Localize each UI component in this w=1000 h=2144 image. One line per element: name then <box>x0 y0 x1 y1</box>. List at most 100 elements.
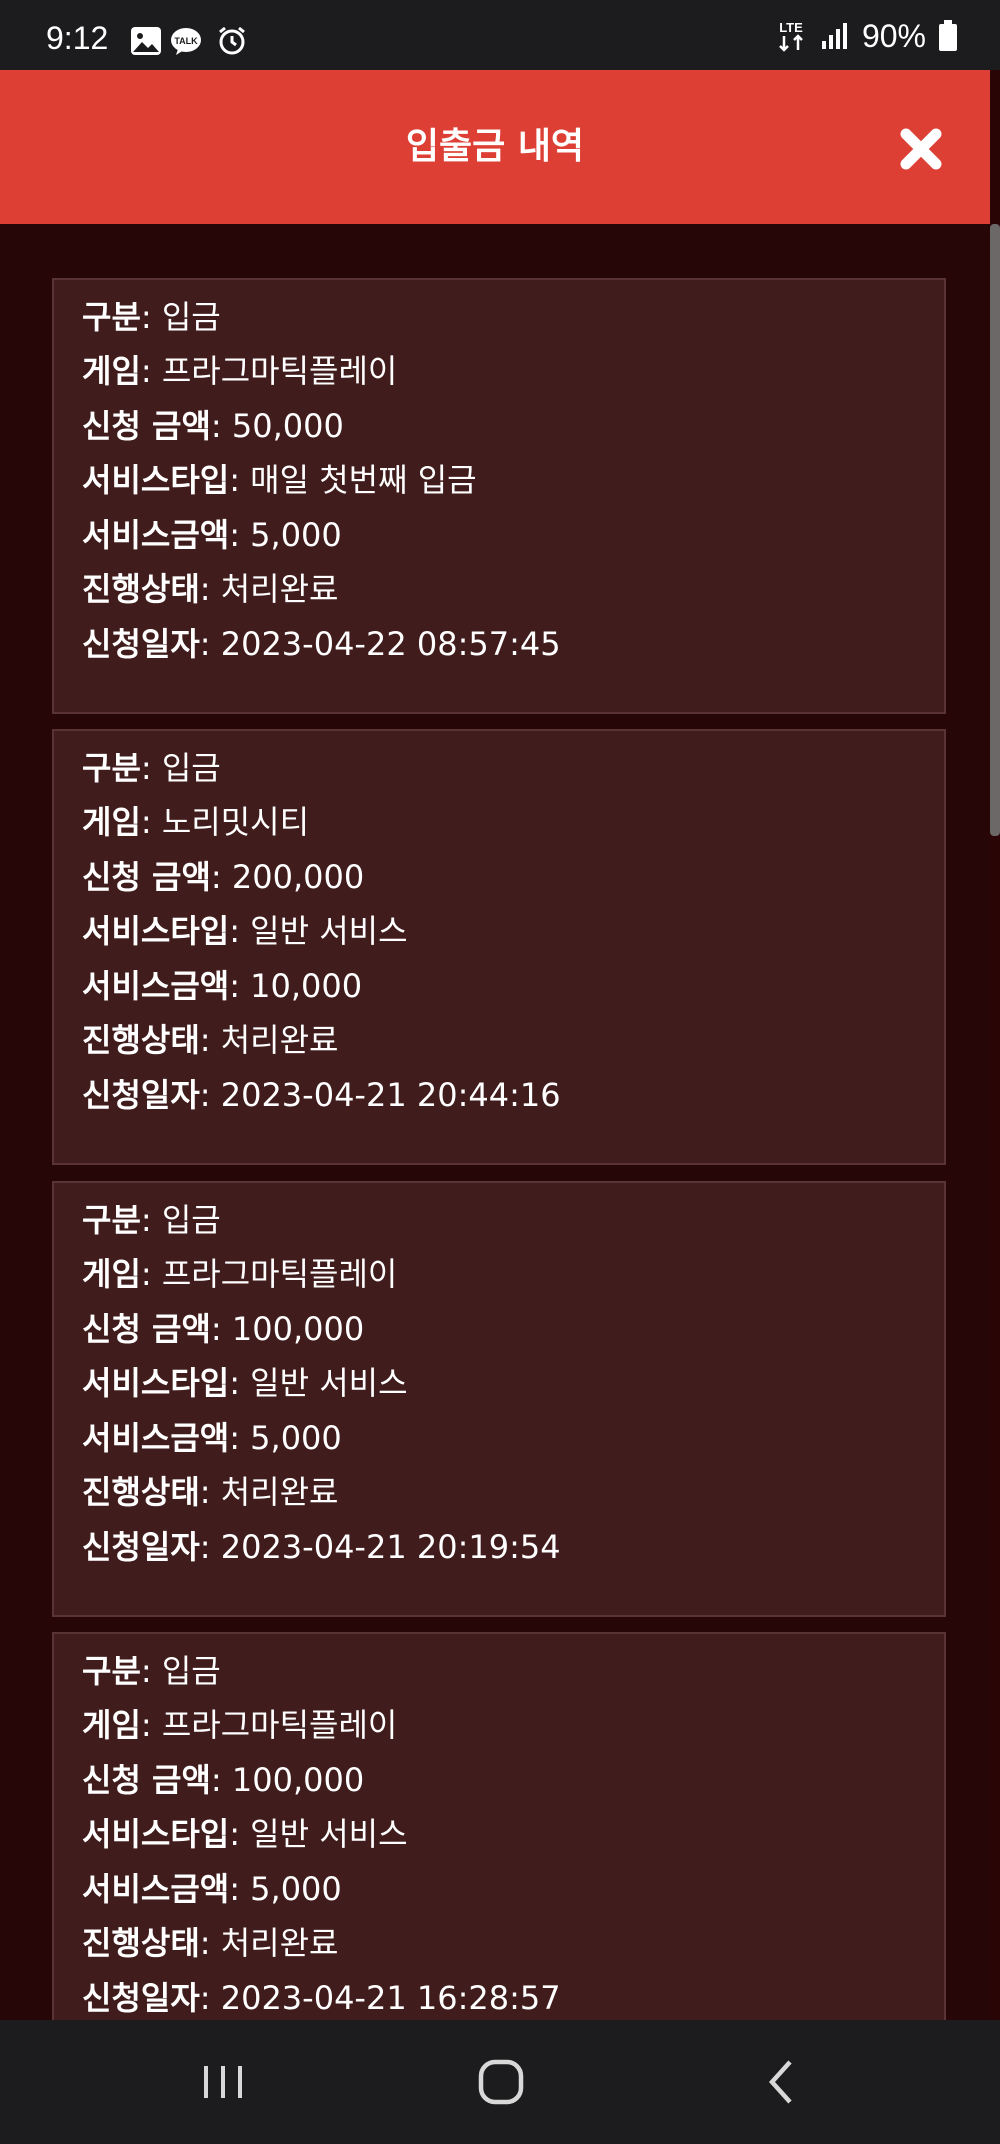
status-time: 9:12 <box>46 20 109 56</box>
separator: : <box>199 625 221 663</box>
separator: : <box>229 461 251 499</box>
value-date: 2023-04-22 08:57:45 <box>220 625 561 663</box>
label-service-amount: 서비스금액 <box>82 1419 230 1457</box>
battery-icon <box>939 20 957 51</box>
value-amount: 100,000 <box>231 1761 365 1799</box>
scrollbar-thumb[interactable] <box>990 224 1000 836</box>
separator: : <box>210 858 232 896</box>
separator: : <box>210 1761 232 1799</box>
kakaotalk-label: TALK <box>174 36 198 46</box>
value-status: 처리완료 <box>220 1473 339 1511</box>
row-type: 구분: 입금 <box>82 741 221 795</box>
value-game: 프라그마틱플레이 <box>161 1706 398 1744</box>
label-type: 구분 <box>82 749 141 787</box>
separator: : <box>140 298 162 336</box>
row-game: 게임: 프라그마틱플레이 <box>82 344 397 398</box>
separator: : <box>210 1310 232 1348</box>
transaction-card: 구분: 입금 게임: 프라그마틱플레이 신청 금액: 100,000 서비스타입… <box>52 1181 946 1617</box>
battery-percent: 90% <box>861 17 926 54</box>
status-right-cluster: LTE 90% <box>774 18 958 54</box>
label-service-type: 서비스타입 <box>82 1815 230 1853</box>
status-bar: 9:12 TALK LTE 90% <box>0 0 1000 70</box>
separator: : <box>199 1528 221 1566</box>
row-status: 진행상태: 처리완료 <box>82 1916 338 1970</box>
label-date: 신청일자 <box>82 1528 200 1566</box>
header-bar: 입출금 내역 <box>0 70 990 224</box>
separator: : <box>199 1076 221 1114</box>
value-date: 2023-04-21 20:19:54 <box>220 1528 561 1566</box>
transaction-card: 구분: 입금 게임: 프라그마틱플레이 신청 금액: 100,000 서비스타입… <box>52 1632 946 2020</box>
separator: : <box>229 1364 251 1402</box>
label-service-type: 서비스타입 <box>82 461 230 499</box>
label-type: 구분 <box>82 298 141 336</box>
home-icon[interactable] <box>466 2050 536 2114</box>
kakaotalk-icon: TALK <box>171 28 201 55</box>
transaction-card: 구분: 입금 게임: 노리밋시티 신청 금액: 200,000 서비스타입: 일… <box>52 729 946 1165</box>
separator: : <box>140 803 162 841</box>
row-service-type: 서비스타입: 매일 첫번째 입금 <box>82 453 477 507</box>
label-game: 게임 <box>82 803 141 841</box>
label-service-type: 서비스타입 <box>82 1364 230 1402</box>
row-type: 구분: 입금 <box>82 1644 221 1698</box>
label-type: 구분 <box>82 1201 141 1239</box>
separator: : <box>199 1924 221 1962</box>
label-service-amount: 서비스금액 <box>82 516 230 554</box>
row-date: 신청일자: 2023-04-22 08:57:45 <box>82 617 561 671</box>
label-amount: 신청 금액 <box>82 1310 211 1348</box>
value-service-amount: 5,000 <box>250 516 342 554</box>
label-amount: 신청 금액 <box>82 407 211 445</box>
separator: : <box>199 1021 221 1059</box>
value-date: 2023-04-21 16:28:57 <box>220 1979 561 2017</box>
row-service-type: 서비스타입: 일반 서비스 <box>82 904 408 958</box>
label-game: 게임 <box>82 1706 141 1744</box>
transaction-card: 구분: 입금 게임: 프라그마틱플레이 신청 금액: 50,000 서비스타입:… <box>52 278 946 714</box>
value-amount: 50,000 <box>231 407 344 445</box>
alarm-icon <box>219 26 245 55</box>
row-service-type: 서비스타입: 일반 서비스 <box>82 1807 408 1861</box>
row-status: 진행상태: 처리완료 <box>82 1013 338 1067</box>
value-status: 처리완료 <box>220 1021 339 1059</box>
row-type: 구분: 입금 <box>82 290 221 344</box>
label-date: 신청일자 <box>82 1979 200 2017</box>
recents-icon[interactable] <box>188 2050 258 2114</box>
row-game: 게임: 노리밋시티 <box>82 795 309 849</box>
separator: : <box>229 912 251 950</box>
signal-icon <box>821 23 847 49</box>
label-status: 진행상태 <box>82 1021 200 1059</box>
navigation-bar <box>0 2020 1000 2144</box>
value-service-amount: 5,000 <box>250 1870 342 1908</box>
separator: : <box>229 1419 251 1457</box>
label-game: 게임 <box>82 1255 141 1293</box>
row-amount: 신청 금액: 50,000 <box>82 399 344 453</box>
value-service-type: 매일 첫번째 입금 <box>250 461 477 499</box>
row-game: 게임: 프라그마틱플레이 <box>82 1247 397 1301</box>
row-date: 신청일자: 2023-04-21 16:28:57 <box>82 1971 561 2020</box>
separator: : <box>140 1255 162 1293</box>
row-amount: 신청 금액: 200,000 <box>82 850 364 904</box>
transaction-list[interactable]: 구분: 입금 게임: 프라그마틱플레이 신청 금액: 50,000 서비스타입:… <box>0 224 990 2020</box>
label-amount: 신청 금액 <box>82 858 211 896</box>
separator: : <box>140 1706 162 1744</box>
label-service-amount: 서비스금액 <box>82 967 230 1005</box>
label-game: 게임 <box>82 352 141 390</box>
back-icon[interactable] <box>748 2050 818 2114</box>
lte-icon: LTE <box>779 20 803 52</box>
label-service-type: 서비스타입 <box>82 912 230 950</box>
value-amount: 100,000 <box>231 1310 365 1348</box>
label-date: 신청일자 <box>82 625 200 663</box>
label-amount: 신청 금액 <box>82 1761 211 1799</box>
row-service-amount: 서비스금액: 5,000 <box>82 508 342 562</box>
value-game: 프라그마틱플레이 <box>161 1255 398 1293</box>
value-type: 입금 <box>161 1652 221 1690</box>
label-service-amount: 서비스금액 <box>82 1870 230 1908</box>
value-amount: 200,000 <box>231 858 365 896</box>
row-service-amount: 서비스금액: 10,000 <box>82 959 362 1013</box>
row-game: 게임: 프라그마틱플레이 <box>82 1698 397 1752</box>
value-game: 프라그마틱플레이 <box>161 352 398 390</box>
close-icon[interactable] <box>896 124 946 174</box>
value-service-type: 일반 서비스 <box>250 1815 408 1853</box>
label-status: 진행상태 <box>82 1924 200 1962</box>
value-date: 2023-04-21 20:44:16 <box>220 1076 561 1114</box>
value-game: 노리밋시티 <box>161 803 310 841</box>
value-service-type: 일반 서비스 <box>250 912 408 950</box>
